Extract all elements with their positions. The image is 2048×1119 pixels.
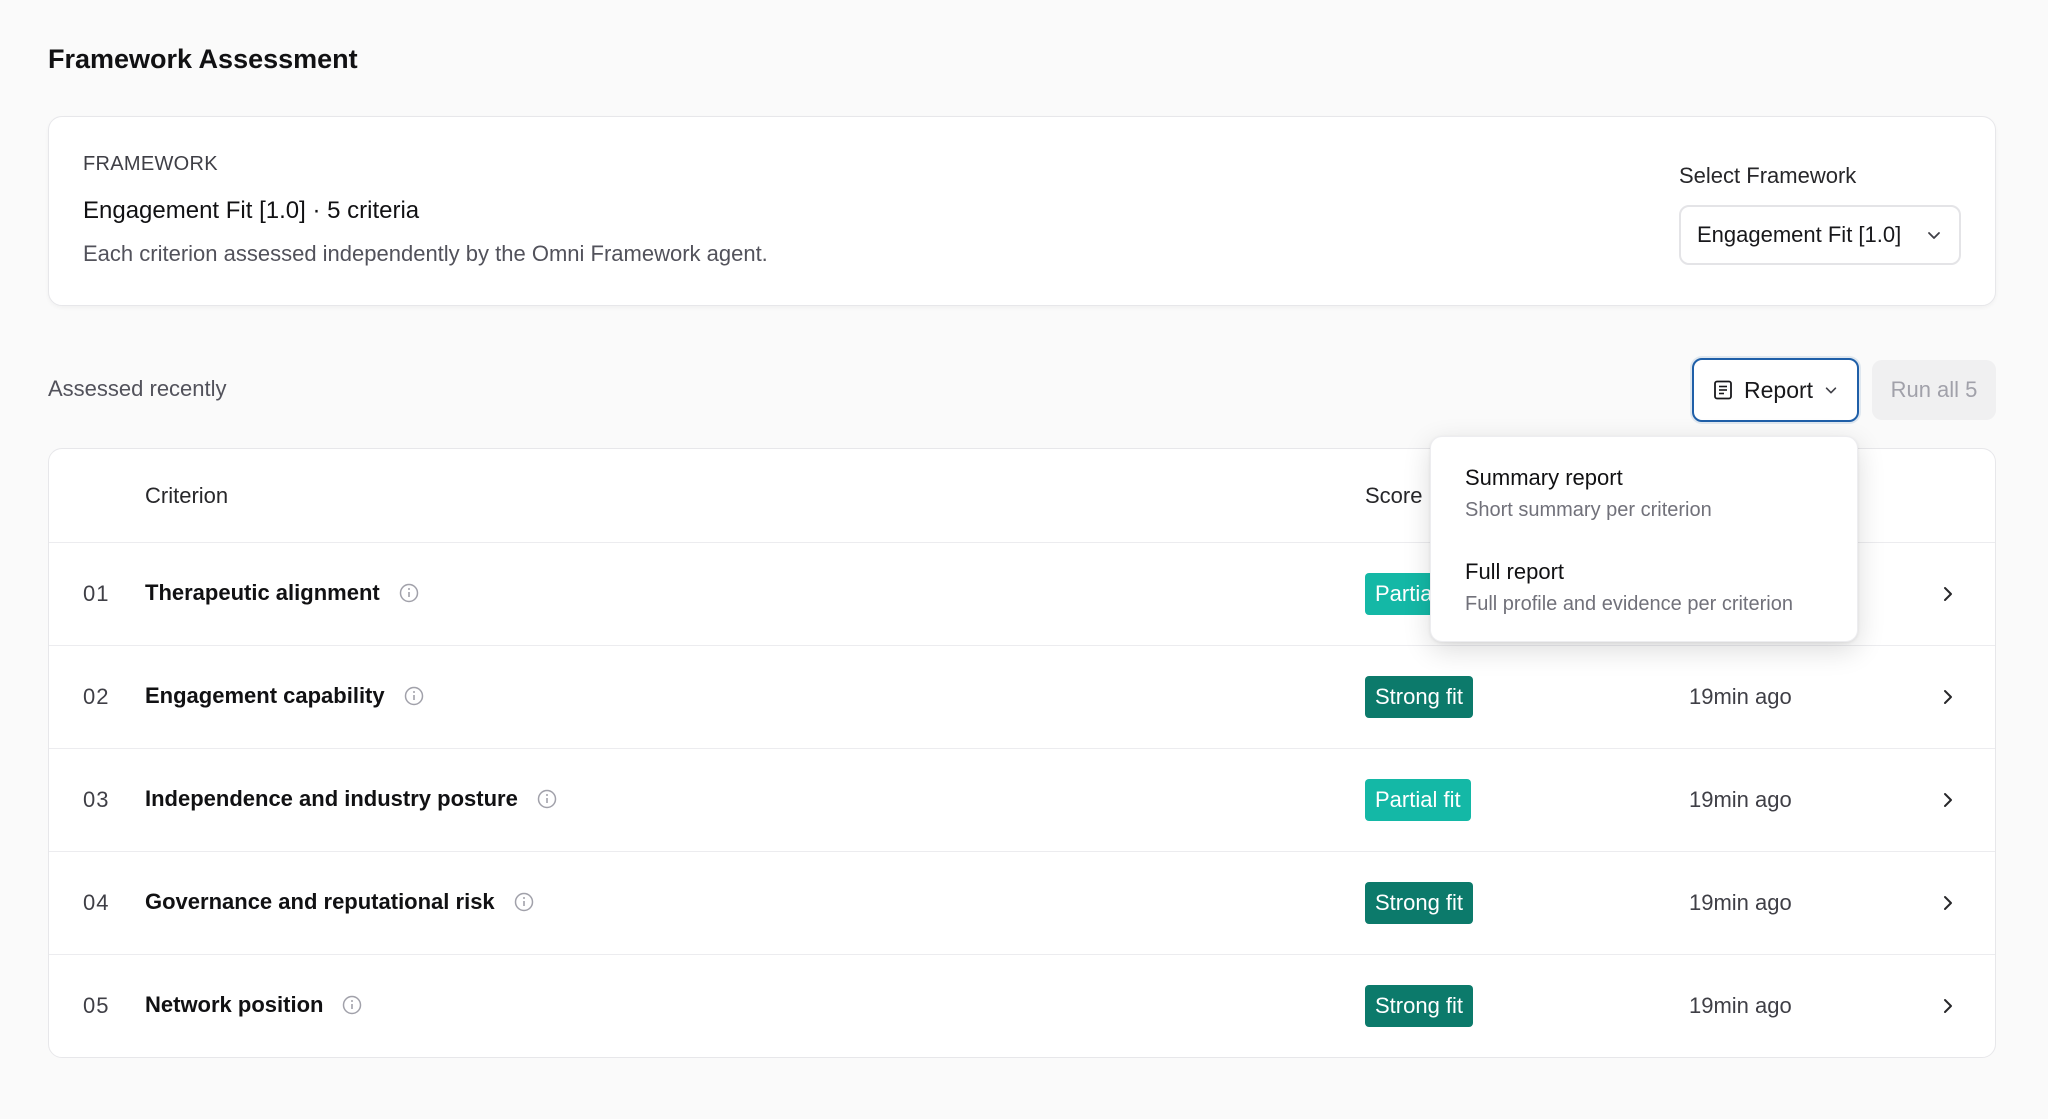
criterion-number: 04	[83, 890, 110, 915]
menu-item-title: Summary report	[1465, 465, 1623, 490]
full-report-option[interactable]: Full report Full profile and evidence pe…	[1465, 559, 1793, 616]
chevron-right-icon[interactable]	[1937, 995, 1959, 1017]
chevron-right-icon[interactable]	[1937, 789, 1959, 811]
chevron-right-icon[interactable]	[1937, 583, 1959, 605]
criterion-name: Governance and reputational risk	[145, 889, 495, 914]
page-title: Framework Assessment	[48, 44, 358, 74]
score-badge: Strong fit	[1365, 882, 1474, 924]
criterion-name-cell: Independence and industry posture	[145, 786, 558, 812]
criterion-name: Therapeutic alignment	[145, 580, 380, 605]
summary-report-option[interactable]: Summary report Short summary per criteri…	[1465, 465, 1712, 522]
criterion-number: 02	[83, 684, 110, 709]
criterion-name: Engagement capability	[145, 683, 385, 708]
table-row[interactable]: 02 Engagement capability Strong fit 19min a…	[49, 646, 1995, 749]
framework-eyebrow: FRAMEWORK	[83, 153, 218, 175]
table-row[interactable]: 03 Independence and industry posture Parti…	[49, 749, 1995, 852]
framework-select-value: Engagement Fit [1.0]	[1697, 222, 1902, 247]
info-icon[interactable]	[536, 788, 558, 810]
menu-item-subtitle: Short summary per criterion	[1465, 499, 1712, 521]
assessed-time: 19min ago	[1689, 890, 1792, 915]
chevron-right-icon[interactable]	[1937, 892, 1959, 914]
table-row[interactable]: 04 Governance and reputational risk Strong…	[49, 852, 1995, 955]
info-icon[interactable]	[341, 994, 363, 1016]
menu-item-subtitle: Full profile and evidence per criterion	[1465, 593, 1793, 615]
score-badge: Strong fit	[1365, 985, 1474, 1027]
document-icon	[1714, 380, 1732, 400]
score-badge: Strong fit	[1365, 676, 1474, 718]
assessed-time: 19min ago	[1689, 684, 1792, 709]
criterion-name-cell: Therapeutic alignment	[145, 580, 420, 606]
framework-card: FRAMEWORK Engagement Fit [1.0] · 5 crite…	[48, 116, 1996, 306]
criterion-number: 05	[83, 993, 110, 1018]
score-badge: Partial fit	[1365, 779, 1471, 821]
criterion-column-header: Criterion	[145, 483, 229, 508]
info-icon[interactable]	[403, 685, 425, 707]
assessed-time: 19min ago	[1689, 993, 1792, 1018]
criterion-name-cell: Governance and reputational risk	[145, 889, 535, 915]
framework-name: Engagement Fit [1.0] · 5 criteria	[83, 197, 420, 224]
chevron-down-icon	[1825, 387, 1837, 394]
criterion-name: Independence and industry posture	[145, 786, 518, 811]
score-column-header: Score	[1365, 483, 1423, 508]
table-row[interactable]: 05 Network position Strong fit 19min ago	[49, 955, 1995, 1057]
run-all-button[interactable]: Run all 5	[1872, 360, 1996, 420]
criterion-number: 01	[83, 581, 110, 606]
criterion-name: Network position	[145, 992, 324, 1017]
menu-item-title: Full report	[1465, 559, 1565, 584]
criterion-number: 03	[83, 787, 110, 812]
report-button-label: Report	[1744, 376, 1814, 403]
criterion-name-cell: Network position	[145, 992, 363, 1018]
criterion-name-cell: Engagement capability	[145, 683, 425, 709]
info-icon[interactable]	[513, 891, 535, 913]
framework-description: Each criterion assessed independently by…	[83, 241, 768, 266]
report-button[interactable]: Report	[1692, 358, 1859, 422]
chevron-down-icon	[1928, 232, 1940, 239]
info-icon[interactable]	[398, 582, 420, 604]
report-dropdown-menu: Summary report Short summary per criteri…	[1430, 436, 1858, 642]
framework-select[interactable]: Engagement Fit [1.0]	[1679, 205, 1961, 265]
select-framework-label: Select Framework	[1679, 163, 1857, 188]
section-label: Assessed recently	[48, 376, 227, 401]
chevron-right-icon[interactable]	[1937, 686, 1959, 708]
assessed-time: 19min ago	[1689, 787, 1792, 812]
